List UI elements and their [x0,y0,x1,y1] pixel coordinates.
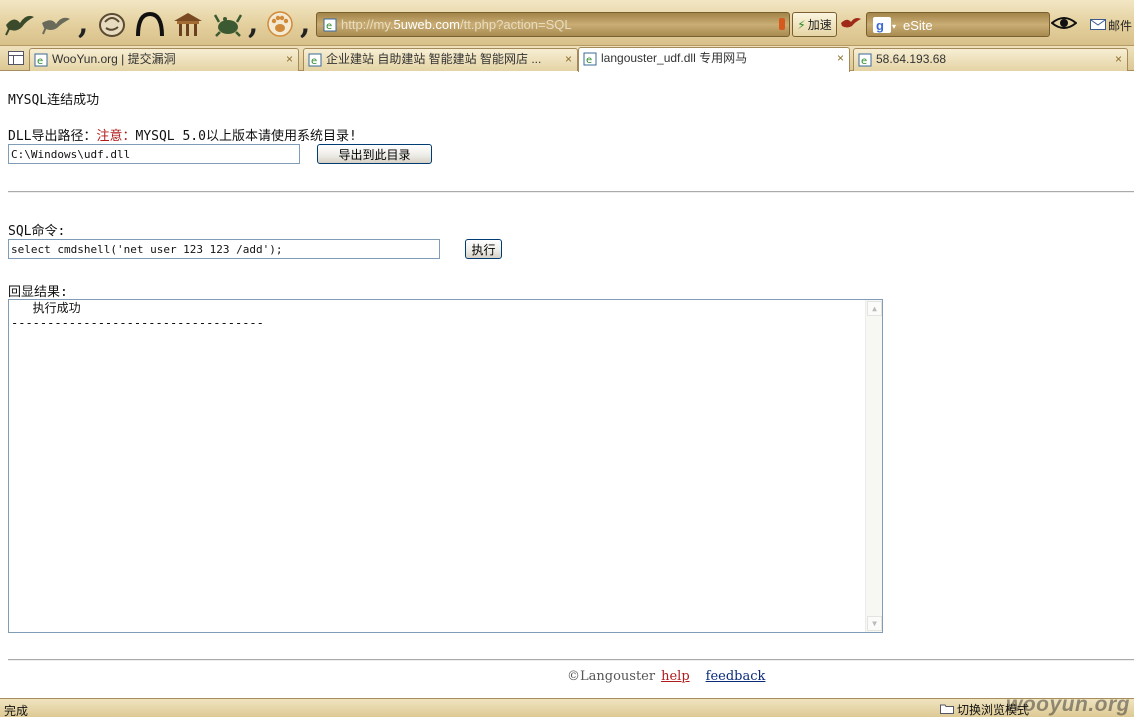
tab-ip-address[interactable]: e 58.64.193.68 × [853,48,1128,71]
tab-strip: e WooYun.org | 提交漏洞 × e 企业建站 自助建站 智能建站 智… [0,46,1134,72]
divider [8,659,1134,661]
scroll-up-icon[interactable]: ▲ [867,301,882,316]
page-icon: e [323,18,337,37]
tab-overview-icon[interactable] [8,51,24,65]
ie-page-icon: e [308,53,322,71]
dll-path-label: DLL导出路径： [8,129,97,144]
paw-icon[interactable] [264,8,296,40]
envelope-icon [1090,18,1106,33]
dll-warning: 注意： [96,129,136,144]
arch-icon[interactable] [134,8,166,40]
status-bar: 完成 切换浏览模式 wooyun.org [0,693,1134,717]
folder-icon [940,703,954,717]
lightning-icon: ⚡ [797,17,806,32]
divider [8,191,1134,193]
tab-langouster[interactable]: e langouster_udf.dll 专用网马 × [578,47,850,72]
close-tab-icon[interactable]: × [286,49,293,70]
scroll-down-icon[interactable]: ▼ [867,616,882,631]
ink-drawing-icon[interactable] [96,8,128,40]
export-button[interactable]: 导出到此目录 [317,144,432,164]
swallow-icon[interactable] [40,8,72,40]
connect-status: MYSQL连结成功 [8,93,100,108]
svg-text:e: e [861,56,867,67]
address-bar[interactable]: e http://my.5uweb.com/tt.php?action=SQL [316,12,790,37]
pavilion-icon[interactable] [172,8,204,40]
close-tab-icon[interactable]: × [837,48,844,69]
page-content: MYSQL连结成功 DLL导出路径：注意：MYSQL 5.0以上版本请使用系统目… [0,72,1134,698]
search-bar[interactable]: g ▾ eSite [866,12,1050,37]
status-text: 完成 [4,704,29,717]
help-link[interactable]: help [661,669,690,684]
eye-icon[interactable] [1050,10,1078,36]
separator-comma: , [78,6,89,41]
tab-wooyun[interactable]: e WooYun.org | 提交漏洞 × [29,48,299,71]
dll-path-label-row: DLL导出路径：注意：MYSQL 5.0以上版本请使用系统目录! [8,125,357,144]
dll-path-input[interactable] [8,144,300,164]
ie-page-icon: e [583,52,597,72]
svg-text:e: e [586,55,592,66]
swallow-icon[interactable] [838,10,864,36]
result-textarea[interactable]: 执行成功 -----------------------------------… [8,299,883,633]
ie-page-icon: e [34,53,48,71]
browser-toolbar: , , , e http://my.5uweb.com/tt.php?actio… [0,0,1134,46]
footer: ©Langouster help feedback [567,669,765,684]
tab-site-builder[interactable]: e 企业建站 自助建站 智能建站 智能网店 ... × [303,48,578,71]
speed-button[interactable]: ⚡ 加速 [792,12,837,37]
chevron-down-icon[interactable]: ▾ [892,22,896,31]
separator-comma: , [300,6,311,41]
search-input[interactable]: eSite [903,18,933,33]
sql-label: SQL命令: [8,224,66,239]
svg-text:g: g [876,18,884,33]
close-tab-icon[interactable]: × [565,49,572,70]
svg-text:e: e [311,56,317,67]
watermark: wooyun.org [1006,693,1130,716]
result-text: 执行成功 ----------------------------------- [11,301,264,330]
swallow-icon[interactable] [4,8,36,40]
sql-command-input[interactable] [8,239,440,259]
separator-comma: , [248,6,259,41]
close-tab-icon[interactable]: × [1115,49,1122,70]
google-icon[interactable]: g [873,17,891,38]
svg-text:e: e [326,21,332,32]
mail-button[interactable]: 邮件 [1090,17,1132,34]
address-url[interactable]: http://my.5uweb.com/tt.php?action=SQL [341,17,572,32]
copyright: ©Langouster [567,669,656,684]
result-label: 回显结果: [8,285,68,300]
crab-icon[interactable] [212,8,244,40]
svg-text:e: e [37,56,43,67]
scrollbar[interactable]: ▲ ▼ [865,300,882,632]
dll-note: MYSQL 5.0以上版本请使用系统目录! [135,129,357,144]
bookmark-flag-icon[interactable] [779,18,785,30]
execute-button[interactable]: 执行 [465,239,502,259]
feedback-link[interactable]: feedback [706,669,766,684]
ie-page-icon: e [858,53,872,71]
